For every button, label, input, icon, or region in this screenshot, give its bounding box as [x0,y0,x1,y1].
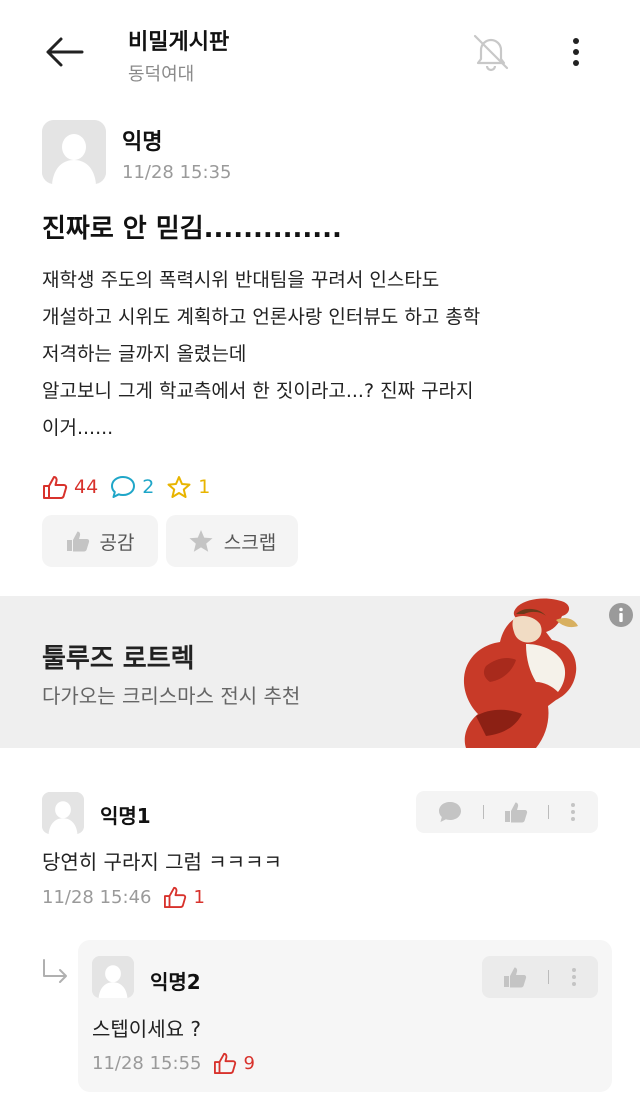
post-timestamp: 11/28 15:35 [122,162,232,183]
scrap-button-label: 스크랩 [223,531,277,554]
reply-author: 익명2 [150,970,201,994]
default-profile-icon [42,120,106,184]
reply-timestamp: 11/28 15:55 [92,1052,202,1074]
post-title: 진짜로 안 믿김.............. [42,214,342,244]
comment-count-value: 2 [142,476,155,498]
like-count-value: 44 [74,476,99,498]
speech-bubble-filled-icon [439,802,462,822]
bell-off-icon [473,34,509,72]
reply-action-bar [482,956,598,998]
more-vertical-icon [570,803,575,821]
like-button[interactable]: 공감 [42,515,158,567]
ad-illustration [463,598,578,748]
comment-text: 당연히 구라지 그럼 ㅋㅋㅋㅋ [42,850,282,874]
default-profile-icon [92,956,134,998]
reply-meta: 11/28 15:55 9 [92,1052,255,1074]
like-button-label: 공감 [99,531,135,554]
thumbs-up-filled-icon [503,967,526,988]
ad-info-button[interactable] [608,602,634,628]
comment-like-count: 1 [163,886,205,908]
author-avatar [42,120,106,184]
post-body: 재학생 주도의 폭력시위 반대팀을 꾸려서 인스타도 개설하고 시위도 계획하고… [42,262,602,447]
default-profile-icon [42,792,84,834]
comment-meta: 11/28 15:46 1 [42,886,205,908]
thumbs-up-icon [164,886,187,908]
thumbs-up-icon [214,1052,237,1074]
more-options-button[interactable] [556,30,596,74]
info-icon [609,603,633,627]
speech-bubble-icon [111,476,136,498]
scrap-count: 1 [166,475,210,499]
post-body-line: 재학생 주도의 폭력시위 반대팀을 꾸려서 인스타도 [42,269,440,291]
thumbs-up-icon [43,476,68,499]
scrap-button[interactable]: 스크랩 [166,515,298,567]
more-vertical-icon [572,968,577,986]
reply-button[interactable] [438,801,462,823]
comment-timestamp: 11/28 15:46 [42,886,152,908]
post-body-line: 저격하는 글까지 올렸는데 [42,343,247,365]
reply-more-button[interactable] [571,967,577,987]
comment-more-button[interactable] [570,802,576,822]
divider [482,805,484,819]
reply-arrow-icon [43,959,67,983]
ad-title: 툴루즈 로트렉 [42,644,195,674]
school-name: 동덕여대 [128,64,195,85]
thumbs-up-filled-icon [504,802,528,823]
comment-avatar [42,792,84,834]
thumbs-up-filled-icon [66,531,89,552]
comment-action-bar [416,791,598,833]
comment-like-value: 1 [193,886,205,908]
reply-text: 스텝이세요 ? [92,1017,201,1041]
post-body-line: 이거...... [42,417,114,439]
comment-count: 2 [110,475,154,499]
divider [548,970,550,984]
notification-toggle-button[interactable] [466,28,516,76]
star-icon [167,476,191,498]
more-vertical-icon [573,38,579,66]
app-header: 비밀게시판 동덕여대 [0,0,640,100]
reply-like-count: 9 [213,1052,255,1074]
post-author: 익명 [122,130,163,155]
comment-like-button[interactable] [504,801,528,823]
comment-author: 익명1 [100,804,151,828]
reply-avatar [92,956,134,998]
arrow-left-icon [46,37,84,67]
scrap-count-value: 1 [198,476,211,498]
ad-subtitle: 다가오는 크리스마스 전시 추천 [42,684,301,708]
ad-banner[interactable]: 툴루즈 로트렉 다가오는 크리스마스 전시 추천 [0,596,640,748]
board-title: 비밀게시판 [128,30,230,55]
post-body-line: 알고보니 그게 학교측에서 한 짓이라고...? 진짜 구라지 [42,380,474,402]
like-count: 44 [42,475,98,499]
post-body-line: 개설하고 시위도 계획하고 언론사랑 인터뷰도 하고 총학 [42,306,481,328]
reply-like-button[interactable] [503,966,527,988]
back-button[interactable] [40,30,88,74]
star-filled-icon [189,530,213,552]
post-stats: 44 2 1 [42,470,222,504]
reply-like-value: 9 [243,1052,255,1074]
divider [548,805,550,819]
